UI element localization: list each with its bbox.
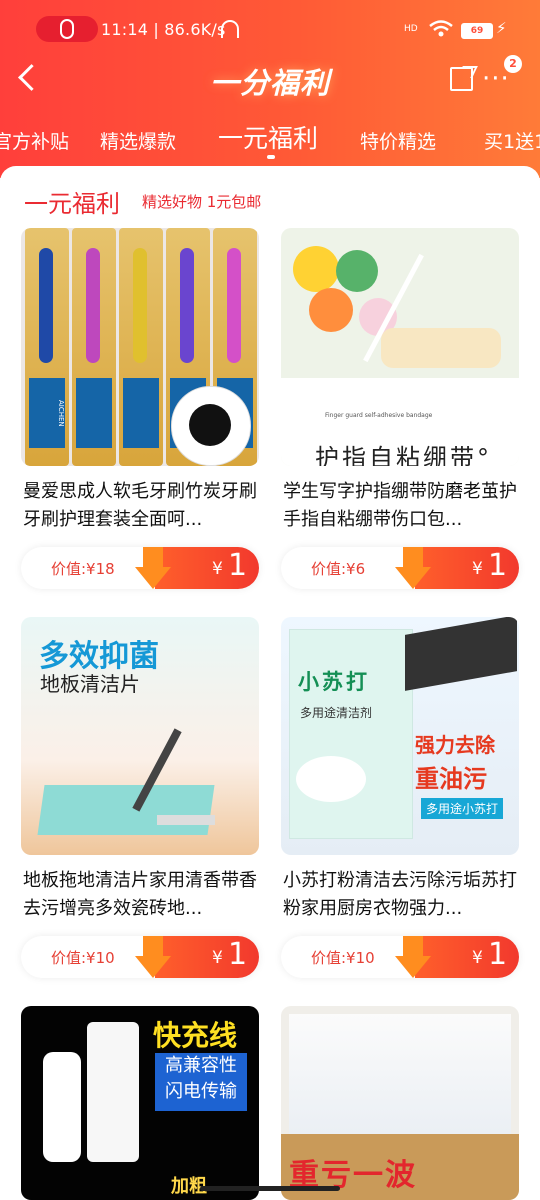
bag-title: 小苏打	[298, 670, 370, 694]
notification-badge: 2	[504, 55, 522, 73]
arrow-icon	[395, 936, 431, 978]
image-line-2: 重油污	[415, 765, 487, 793]
cleaning-sheets	[37, 785, 215, 835]
hand-illustration	[381, 328, 501, 368]
image-tag: 多用途小苏打	[421, 798, 504, 819]
category-tabs: 官方补贴 精选爆款 一元福利 特价精选 买1送1	[0, 118, 540, 162]
currency-symbol: ¥	[212, 948, 223, 968]
battery-level: 69	[461, 23, 493, 39]
banner-chinese-text: 护指自粘绷带°	[315, 444, 492, 466]
image-line-1: 强力去除	[415, 733, 495, 757]
page-title: 一分福利	[209, 66, 330, 100]
powder-pile	[296, 756, 366, 802]
product-name[interactable]: 学生写字护指绷带防磨老茧护手指自粘绷带伤口包...	[283, 478, 519, 534]
charging-icon: ⚡	[496, 19, 507, 37]
share-icon[interactable]	[450, 67, 473, 91]
section-title: 一元福利	[24, 190, 120, 218]
hd-signal-label: HD	[404, 24, 418, 34]
status-time-speed: 11:14 | 86.6K/s	[101, 20, 226, 39]
back-icon[interactable]	[18, 64, 45, 91]
active-tab-indicator	[267, 155, 275, 159]
image-tag: 加粗	[171, 1176, 207, 1197]
baking-soda-bag: 小苏打 多用途清洁剂	[289, 629, 413, 839]
mop-head	[157, 815, 215, 825]
product-image-finger-bandage[interactable]: Finger guard self-adhesive bandage 护指自粘绷…	[281, 228, 519, 466]
image-subheadline: 地板清洁片	[40, 672, 140, 696]
microphone-icon	[60, 19, 74, 39]
product-name[interactable]: 曼爱思成人软毛牙刷竹炭牙刷牙刷护理套装全面呵...	[23, 478, 259, 534]
tape-roll-3	[309, 288, 353, 332]
usb-a-plug	[87, 1022, 139, 1162]
original-value: 价值:¥18	[51, 560, 115, 578]
status-bar: 11:14 | 86.6K/s HD 69 ⚡	[0, 12, 540, 48]
arrow-icon	[395, 547, 431, 589]
original-value: 价值:¥10	[311, 949, 375, 967]
currency-symbol: ¥	[472, 559, 483, 579]
price-button[interactable]: 价值:¥10 ¥ 1	[21, 936, 259, 978]
tab-special-price[interactable]: 特价精选	[360, 127, 436, 154]
tab-featured-hot[interactable]: 精选爆款	[100, 127, 176, 154]
original-value: 价值:¥6	[311, 560, 366, 578]
usb-c-plug	[43, 1052, 81, 1162]
bag-label: 多用途清洁剂	[300, 706, 373, 720]
range-hood	[405, 617, 517, 691]
product-image-baking-soda[interactable]: 小苏打 多用途清洁剂 强力去除 重油污 多用途小苏打	[281, 617, 519, 855]
product-name[interactable]: 地板拖地清洁片家用清香带香去污增亮多效瓷砖地...	[23, 867, 259, 923]
tape-roll-1	[293, 246, 339, 292]
product-banner: Finger guard self-adhesive bandage 护指自粘绷…	[281, 378, 519, 466]
tab-one-yuan-welfare[interactable]: 一元福利	[218, 119, 318, 155]
banner-english-text: Finger guard self-adhesive bandage	[325, 412, 433, 419]
arrow-icon	[135, 936, 171, 978]
product-image-toothbrush[interactable]: AICHEN	[21, 228, 259, 466]
sale-price: 1	[488, 548, 508, 583]
price-button[interactable]: 价值:¥18 ¥ 1	[21, 547, 259, 589]
section-subtitle: 精选好物 1元包邮	[142, 193, 262, 211]
home-indicator	[200, 1186, 340, 1191]
price-button[interactable]: 价值:¥10 ¥ 1	[281, 936, 519, 978]
price-button[interactable]: 价值:¥6 ¥ 1	[281, 547, 519, 589]
currency-symbol: ¥	[472, 948, 483, 968]
tab-buy-one-get-one[interactable]: 买1送1	[484, 127, 540, 154]
navigation-bar: 一分福利 ··· 2	[0, 55, 540, 106]
sale-price: 1	[228, 548, 248, 583]
currency-symbol: ¥	[212, 559, 223, 579]
tape-roll-2	[336, 250, 378, 292]
sale-price: 1	[488, 937, 508, 972]
product-panel: 一元福利 精选好物 1元包邮 AICHEN 曼爱思成人软毛牙刷竹炭牙刷牙刷护理套…	[0, 166, 540, 1200]
bristle-zoom-circle	[171, 386, 251, 466]
feature-line-1: 高兼容性	[165, 1055, 237, 1076]
microphone-indicator	[36, 16, 98, 42]
wifi-icon	[429, 20, 453, 37]
brand-label: AICHEN	[29, 378, 65, 448]
product-image-floor-cleaner[interactable]: 多效抑菌 地板清洁片	[21, 617, 259, 855]
arrow-icon	[135, 547, 171, 589]
tissue-packs	[289, 1014, 511, 1154]
headphone-icon	[221, 20, 239, 38]
feature-line-2: 闪电传输	[165, 1081, 237, 1102]
product-image-charging-cable[interactable]: 快充线 高兼容性 闪电传输 加粗	[21, 1006, 259, 1200]
tab-official-subsidy[interactable]: 官方补贴	[0, 127, 69, 154]
original-value: 价值:¥10	[51, 949, 115, 967]
sale-price: 1	[228, 937, 248, 972]
product-image-tissues[interactable]: 重亏一波	[281, 1006, 519, 1200]
product-name[interactable]: 小苏打粉清洁去污除污垢苏打粉家用厨房衣物强力...	[283, 867, 519, 923]
image-headline: 快充线	[153, 1019, 238, 1052]
image-feature-box: 高兼容性 闪电传输	[155, 1053, 247, 1111]
